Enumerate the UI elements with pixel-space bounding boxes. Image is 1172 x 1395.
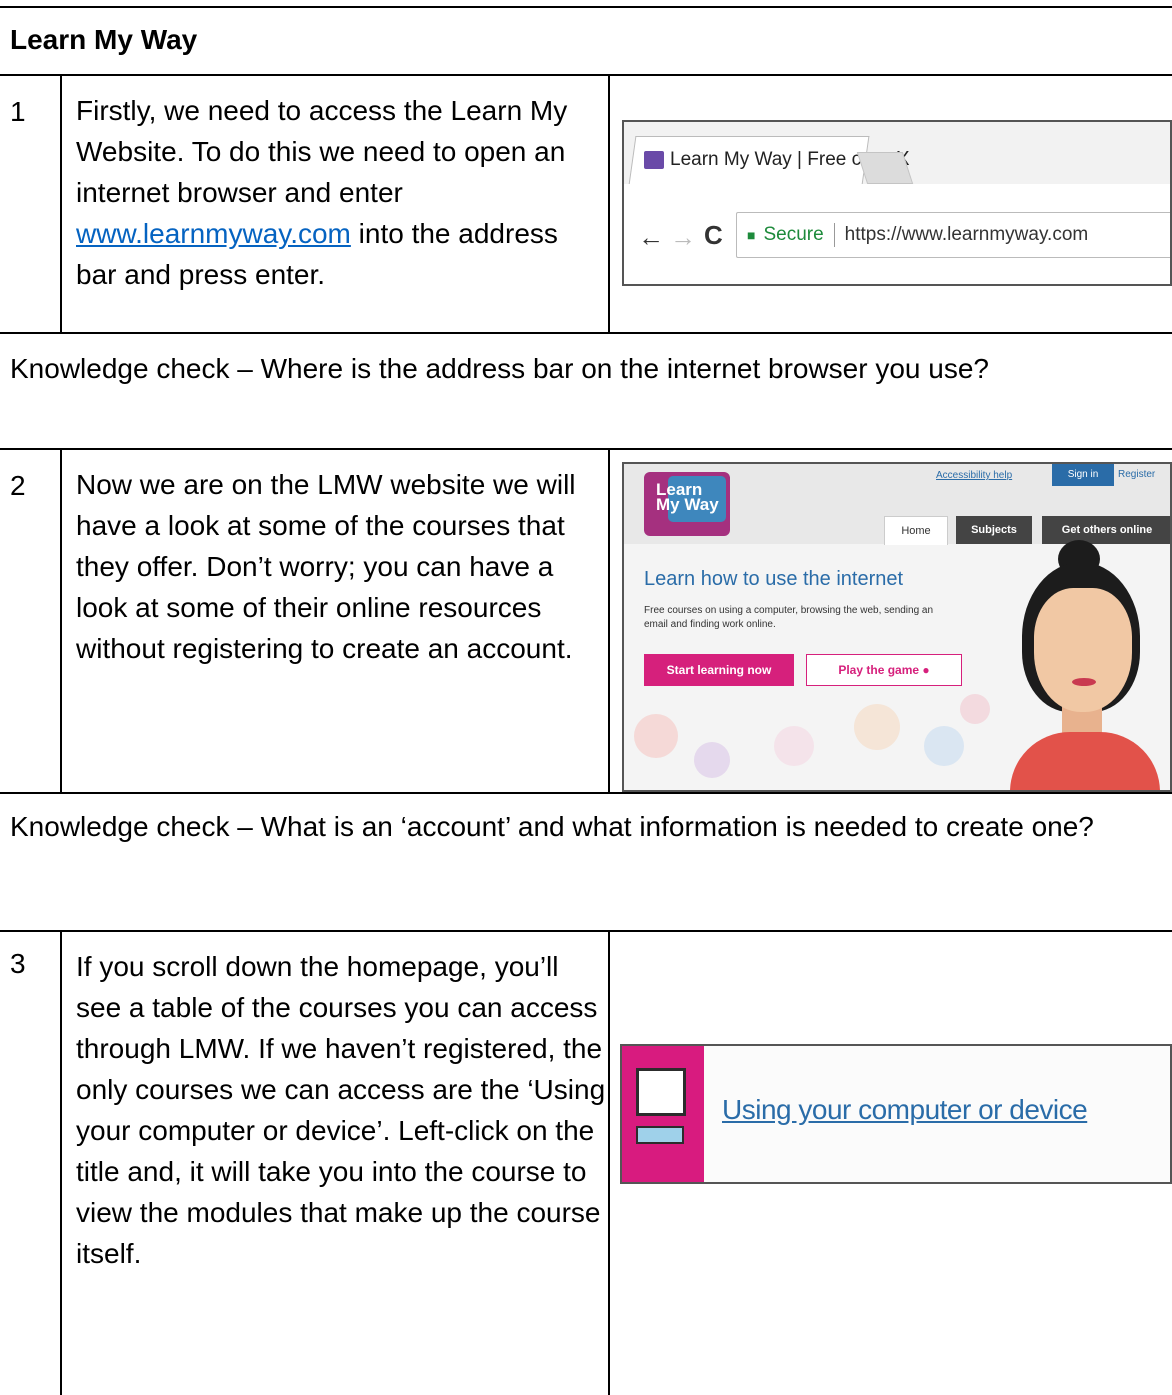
- computer-icon: [622, 1046, 704, 1182]
- avatar-dress: [1010, 732, 1160, 790]
- keyboard-shape: [636, 1126, 684, 1144]
- decor-bubble: [694, 742, 730, 778]
- column-divider: [608, 74, 610, 332]
- course-link[interactable]: Using your computer or device: [722, 1094, 1088, 1126]
- step-number: 1: [10, 96, 26, 127]
- avatar-face: [1034, 588, 1132, 712]
- column-divider: [60, 74, 62, 332]
- play-game-button[interactable]: Play the game ●: [806, 654, 962, 686]
- forward-icon[interactable]: →: [670, 222, 696, 253]
- step-number: 3: [10, 948, 26, 979]
- table-top-border: [0, 6, 1172, 8]
- column-divider: [608, 930, 610, 1395]
- step-3-text: If you scroll down the homepage, you’ll …: [76, 951, 606, 1269]
- table-row-border: [0, 332, 1172, 334]
- secure-label: Secure: [763, 224, 824, 245]
- tab-subjects[interactable]: Subjects: [956, 516, 1032, 544]
- table-row-border: [0, 74, 1172, 76]
- table-row-border: [0, 448, 1172, 450]
- decor-bubble: [924, 726, 964, 766]
- lock-icon: ■: [747, 227, 756, 243]
- column-divider: [60, 448, 62, 792]
- divider: [833, 223, 835, 247]
- avatar-lips: [1072, 678, 1096, 686]
- learnmyway-link[interactable]: www.learnmyway.com: [76, 218, 351, 249]
- address-bar[interactable]: ■ Secure https://www.learnmyway.com: [736, 212, 1170, 258]
- browser-screenshot: Learn My Way | Free cou X ← → C ■ Secure…: [622, 120, 1172, 286]
- lmw-homepage-screenshot: Learn My Way Accessibility help Sign in …: [622, 462, 1172, 792]
- tab-home[interactable]: Home: [884, 516, 948, 545]
- knowledge-check: Knowledge check – Where is the address b…: [10, 353, 990, 384]
- tab-title: Learn My Way | Free cou: [670, 148, 883, 170]
- table-row-border: [0, 930, 1172, 932]
- accessibility-link[interactable]: Accessibility help: [936, 470, 1012, 481]
- start-learning-button[interactable]: Start learning now: [644, 654, 794, 686]
- lmw-favicon-icon: [644, 150, 664, 169]
- table-row-border: [0, 792, 1172, 794]
- column-divider: [608, 448, 610, 792]
- step-1-text: Firstly, we need to access the Learn My …: [76, 90, 606, 295]
- column-divider: [60, 930, 62, 1395]
- decor-bubble: [854, 704, 900, 750]
- step-text-part: Firstly, we need to access the Learn My …: [76, 95, 568, 208]
- step-2-text: Now we are on the LMW website we will ha…: [76, 469, 576, 664]
- register-link[interactable]: Register: [1118, 464, 1168, 486]
- knowledge-check: Knowledge check – What is an ‘account’ a…: [10, 811, 1094, 842]
- hero-title: Learn how to use the internet: [644, 568, 904, 590]
- reload-icon[interactable]: C: [704, 220, 723, 251]
- monitor-shape: [636, 1068, 686, 1116]
- step-number: 2: [10, 470, 26, 501]
- back-icon[interactable]: ←: [638, 222, 664, 253]
- course-screenshot: Using your computer or device: [620, 1044, 1172, 1184]
- url-text: https://www.learnmyway.com: [844, 224, 1089, 245]
- decor-bubble: [634, 714, 678, 758]
- decor-bubble: [774, 726, 814, 766]
- decor-bubble: [960, 694, 990, 724]
- tab-get-others-online[interactable]: Get others online: [1042, 516, 1170, 544]
- logo-text: Learn My Way: [656, 480, 719, 514]
- sign-in-button[interactable]: Sign in: [1052, 464, 1114, 486]
- document-title: Learn My Way: [10, 24, 198, 55]
- hero-subtitle: Free courses on using a computer, browsi…: [644, 605, 934, 630]
